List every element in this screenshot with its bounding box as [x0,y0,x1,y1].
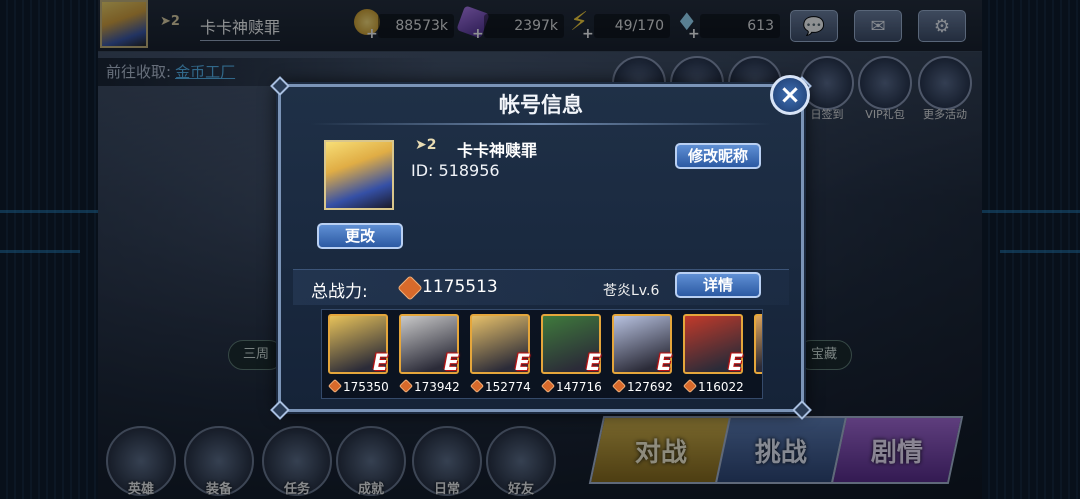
power-icon [327,378,343,394]
hero-portrait[interactable]: E [399,314,459,376]
hero-portrait[interactable]: E [328,314,388,376]
hero-power: 173942 [398,378,473,394]
power-icon [398,378,414,394]
total-power-label: 总战力: [311,282,368,302]
skin-level: 苍炎Lv.6 [603,283,660,299]
hero-power: 147716 [540,378,615,394]
hero-grade: E [372,351,388,376]
account-id: ID: 518956 [411,161,500,180]
hero-power: 127692 [611,378,686,394]
power-icon [540,378,556,394]
account-avatar [324,140,394,210]
hero-grade: E [727,351,743,376]
hero-grade: E [443,351,459,376]
dialog-title: 帐号信息 [499,93,583,117]
power-icon [682,378,698,394]
nickname: 卡卡神赎罪 [457,141,538,160]
rename-button[interactable]: 修改昵称 [675,143,761,169]
change-avatar-button[interactable]: 更改 [317,223,403,249]
hero-power: 116022 [682,378,757,394]
hero-portrait[interactable] [754,314,762,374]
hero-power: 175350 [327,378,402,394]
hero-grade: E [656,351,672,376]
hero-grade: E [514,351,530,376]
power-icon [469,378,485,394]
rank-badge: ➤2 [415,137,437,153]
details-button[interactable]: 详情 [675,272,761,298]
hero-portrait[interactable]: E [541,314,601,376]
hero-portrait[interactable]: E [470,314,530,376]
power-icon [611,378,627,394]
total-power-value: 1175513 [422,277,498,297]
close-dialog-button[interactable]: × [770,75,810,115]
hero-portrait[interactable]: E [683,314,743,376]
hero-lineup[interactable]: E 175350 E 173942 E 152774 E 147716 E 12… [321,309,763,399]
hero-power: 152774 [469,378,544,394]
title-divider [311,123,771,125]
hero-portrait[interactable]: E [612,314,672,376]
account-info-dialog: 帐号信息 更改 ➤2 卡卡神赎罪 ID: 518956 修改昵称 总战力: 11… [270,76,812,420]
hero-grade: E [585,351,601,376]
